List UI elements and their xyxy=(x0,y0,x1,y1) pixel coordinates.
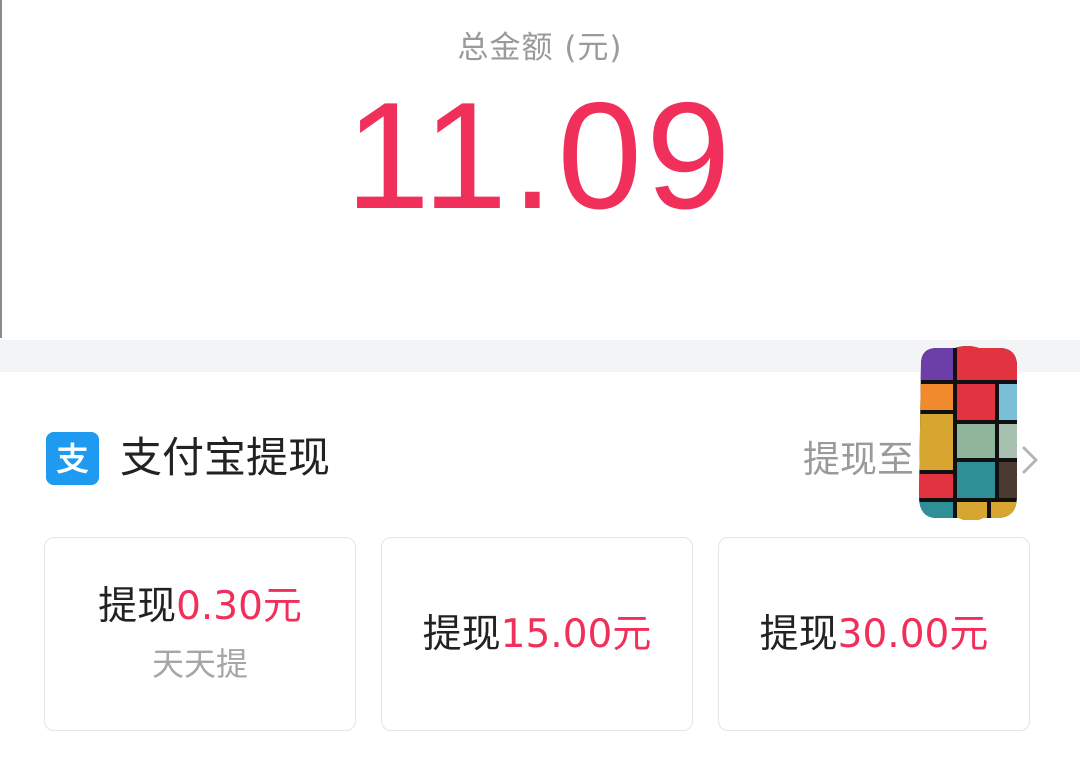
total-amount-value: 11.09 xyxy=(345,71,735,241)
option-amount: 0.30元 xyxy=(176,584,302,629)
withdraw-option-card[interactable]: 提现15.00元 xyxy=(381,537,693,731)
total-amount-label: 总金额 (元) xyxy=(457,30,623,66)
sticker-overlay xyxy=(919,346,1017,520)
option-prefix: 提现 xyxy=(98,584,177,629)
withdraw-options: 提现0.30元 天天提 提现15.00元 提现30.00元 xyxy=(0,537,1080,737)
svg-text:支: 支 xyxy=(56,440,88,478)
option-prefix: 提现 xyxy=(759,612,838,657)
withdraw-page: 总金额 (元) 11.09 支 支付宝提现 提现至 提现0.30元 天天提 提现… xyxy=(0,0,1080,760)
withdraw-option-card[interactable]: 提现30.00元 xyxy=(718,537,1030,731)
withdraw-option-label: 提现30.00元 xyxy=(719,608,1029,662)
alipay-icon: 支 xyxy=(46,432,99,485)
withdraw-option-card[interactable]: 提现0.30元 天天提 xyxy=(44,537,356,731)
option-subtitle: 天天提 xyxy=(151,645,248,683)
option-amount: 30.00元 xyxy=(837,612,989,657)
section-title: 支付宝提现 xyxy=(120,433,331,482)
withdraw-option-label: 提现15.00元 xyxy=(382,608,692,662)
withdraw-option-label: 提现0.30元 xyxy=(45,580,355,634)
option-amount: 15.00元 xyxy=(500,612,652,657)
option-prefix: 提现 xyxy=(422,612,501,657)
withdraw-to-account-link[interactable]: 提现至 xyxy=(803,434,914,486)
